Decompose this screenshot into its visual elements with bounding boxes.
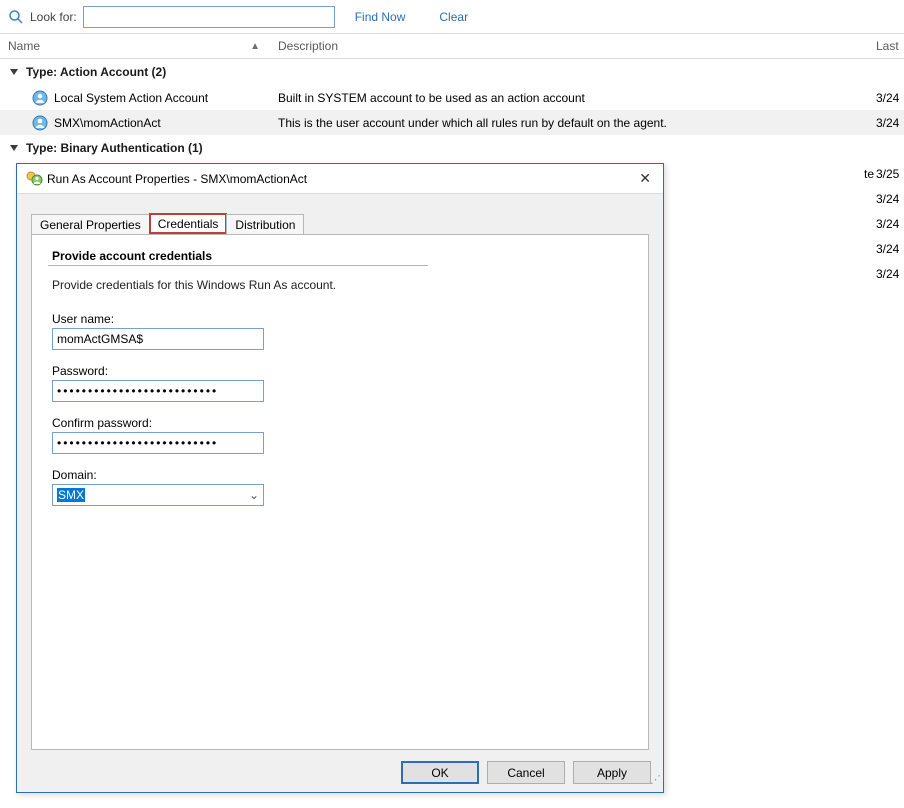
ok-button[interactable]: OK xyxy=(401,761,479,784)
tab-general-properties[interactable]: General Properties xyxy=(31,214,150,234)
clear-link[interactable]: Clear xyxy=(425,10,482,24)
divider xyxy=(48,265,428,266)
apply-button[interactable]: Apply xyxy=(573,761,651,784)
run-as-account-properties-dialog: Run As Account Properties - SMX\momActio… xyxy=(16,163,664,793)
row-desc: This is the user account under which all… xyxy=(270,116,876,130)
table-row[interactable]: SMX\momActionAct This is the user accoun… xyxy=(0,110,904,135)
dialog-titlebar[interactable]: Run As Account Properties - SMX\momActio… xyxy=(17,164,663,194)
tab-distribution[interactable]: Distribution xyxy=(226,214,304,234)
row-last: 3/24 xyxy=(876,267,904,281)
password-label: Password: xyxy=(52,364,632,378)
row-desc-fragment: te xyxy=(864,167,874,181)
tab-body-credentials: Provide account credentials Provide cred… xyxy=(31,234,649,750)
row-last: 3/24 xyxy=(876,192,904,206)
cancel-button[interactable]: Cancel xyxy=(487,761,565,784)
row-last: 3/24 xyxy=(876,116,904,130)
row-name: Local System Action Account xyxy=(54,91,208,105)
group-header-action-account[interactable]: Type: Action Account (2) xyxy=(0,59,904,85)
row-name: SMX\momActionAct xyxy=(54,116,161,130)
close-icon[interactable]: ✕ xyxy=(635,170,655,187)
column-last[interactable]: Last xyxy=(876,39,904,53)
tab-strip: General Properties Credentials Distribut… xyxy=(31,208,663,234)
username-input[interactable] xyxy=(52,328,264,350)
row-last: 3/24 xyxy=(876,217,904,231)
domain-select[interactable]: SMX xyxy=(52,484,264,506)
account-icon xyxy=(32,90,48,106)
column-name-label: Name xyxy=(8,39,40,53)
confirm-password-label: Confirm password: xyxy=(52,416,632,430)
group-header-binary-auth[interactable]: Type: Binary Authentication (1) xyxy=(0,135,904,161)
dialog-title-text: Run As Account Properties - SMX\momActio… xyxy=(43,172,635,186)
sort-ascending-icon: ▲ xyxy=(250,41,260,52)
collapse-icon xyxy=(10,69,18,75)
collapse-icon xyxy=(10,145,18,151)
column-name[interactable]: Name ▲ xyxy=(0,39,270,53)
group-label: Type: Binary Authentication (1) xyxy=(26,141,203,155)
row-desc: Built in SYSTEM account to be used as an… xyxy=(270,91,876,105)
look-for-label: Look for: xyxy=(30,10,77,24)
find-now-link[interactable]: Find Now xyxy=(341,10,420,24)
dialog-button-row: OK Cancel Apply xyxy=(401,761,651,784)
row-last: 3/24 xyxy=(876,242,904,256)
hint-text: Provide credentials for this Windows Run… xyxy=(52,278,632,292)
search-icon xyxy=(8,9,24,25)
table-row[interactable]: Local System Action Account Built in SYS… xyxy=(0,85,904,110)
resize-grip-icon[interactable]: ⋰ xyxy=(649,778,661,790)
domain-label: Domain: xyxy=(52,468,632,482)
search-input[interactable] xyxy=(83,6,335,28)
grid-header: Name ▲ Description Last xyxy=(0,34,904,59)
section-title: Provide account credentials xyxy=(52,249,632,263)
password-input[interactable] xyxy=(52,380,264,402)
username-label: User name: xyxy=(52,312,632,326)
column-description[interactable]: Description xyxy=(270,39,876,53)
tab-credentials[interactable]: Credentials xyxy=(149,213,228,234)
group-label: Type: Action Account (2) xyxy=(26,65,166,79)
search-toolbar: Look for: Find Now Clear xyxy=(0,0,904,34)
confirm-password-input[interactable] xyxy=(52,432,264,454)
dialog-icon xyxy=(25,170,43,188)
domain-value: SMX xyxy=(57,488,85,502)
row-last: 3/25 xyxy=(876,167,904,181)
account-icon xyxy=(32,115,48,131)
row-last: 3/24 xyxy=(876,91,904,105)
